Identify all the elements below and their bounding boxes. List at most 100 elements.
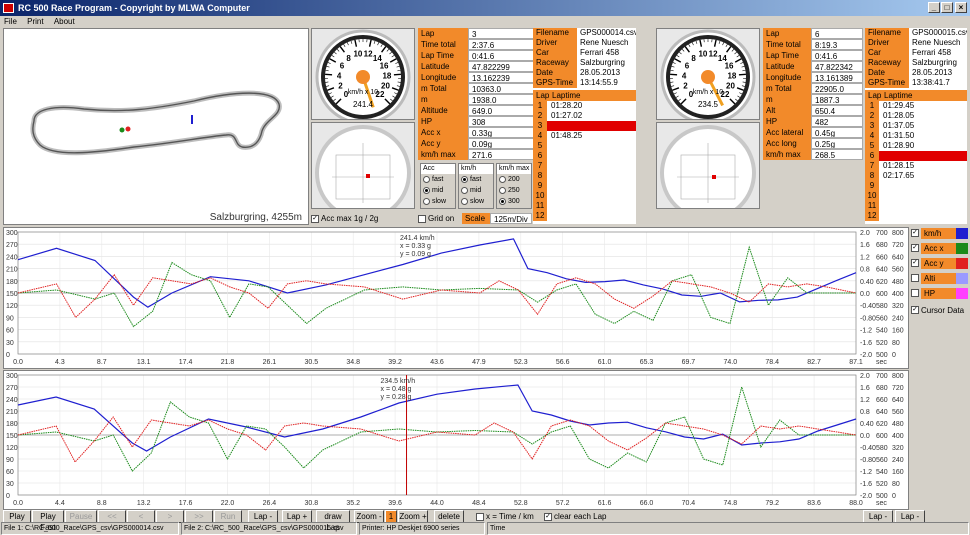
lap-time[interactable]: 01:31.50 (879, 131, 967, 141)
lap-time[interactable]: 01:37.05 (879, 121, 967, 131)
lap-time[interactable] (547, 201, 636, 211)
telemetry-chart-2[interactable]: 0.0 4.4 8.8 13.2 17.6 22.0 26.4 30.8 35.2 39.6 44.… (4, 371, 908, 509)
lap-row[interactable]: 1 01:28.20 (533, 101, 636, 111)
telemetry-chart-1[interactable]: 0.0 4.3 8.7 13.1 17.4 21.8 26.1 30.5 34.8 39.2 43.… (4, 228, 908, 368)
radio-button[interactable] (423, 186, 430, 194)
lap-time[interactable] (547, 151, 636, 161)
lap-time[interactable] (879, 191, 967, 201)
lap-time[interactable] (547, 141, 636, 151)
lap-time[interactable]: 01:29.45 (879, 101, 967, 111)
radio-option[interactable]: 250 (497, 185, 531, 196)
legend-item[interactable]: ✓ Acc x (911, 242, 968, 254)
lap-time[interactable]: 01:28.15 (879, 161, 967, 171)
lap-row[interactable]: 7 01:28.15 (865, 161, 967, 171)
lap-row[interactable]: 4 01:48.25 (533, 131, 636, 141)
lap-time[interactable] (547, 181, 636, 191)
lap-row[interactable]: 10 (533, 191, 636, 201)
lap-time[interactable] (547, 171, 636, 181)
lap-time[interactable]: 01:28.20 (547, 101, 636, 111)
x-axis-mode-option[interactable]: x = Time / km (476, 511, 534, 522)
close-button[interactable]: × (955, 2, 967, 13)
lap-row[interactable]: 3 01:37.05 (865, 121, 967, 131)
legend-item[interactable]: Alti (911, 272, 968, 284)
lap-row[interactable]: 6 (865, 151, 967, 161)
legend-checkbox[interactable]: ✓ (911, 229, 919, 237)
legend-checkbox[interactable]: ✓ (911, 259, 919, 267)
lap-time[interactable] (547, 121, 636, 131)
grid-on-checkbox[interactable] (418, 214, 426, 223)
x-tick-label: 87.1 (849, 359, 863, 366)
menu-file[interactable]: File (4, 17, 17, 26)
cursor-data-option[interactable]: ✓ Cursor Data (911, 304, 968, 316)
radio-option[interactable]: mid (459, 185, 493, 196)
minimize-button[interactable]: _ (928, 2, 940, 13)
y-tick-label: 60 (6, 469, 14, 476)
radio-option[interactable]: fast (421, 174, 455, 185)
lap-time[interactable] (879, 211, 967, 221)
menu-about[interactable]: About (54, 17, 75, 26)
radio-button[interactable] (461, 186, 468, 194)
lap-row[interactable]: 8 02:17.65 (865, 171, 967, 181)
lap-time[interactable] (547, 211, 636, 221)
cursor-data-checkbox[interactable]: ✓ (911, 306, 919, 314)
lap-row[interactable]: 6 (533, 151, 636, 161)
lap-row[interactable]: 1 01:29.45 (865, 101, 967, 111)
lap-time[interactable] (879, 181, 967, 191)
lap-row[interactable]: 5 01:28.90 (865, 141, 967, 151)
lap-row[interactable]: 2 01:27.02 (533, 111, 636, 121)
acc-max-checkbox[interactable]: ✓ (311, 214, 319, 223)
lap-row[interactable]: 12 (533, 211, 636, 221)
radio-option[interactable]: 300 (497, 196, 531, 207)
lap-time[interactable]: 01:28.90 (879, 141, 967, 151)
radio-button[interactable] (461, 175, 468, 183)
radio-button[interactable] (461, 197, 468, 205)
acc-max-option[interactable]: ✓ Acc max 1g / 2g (311, 213, 403, 224)
clear-each-lap-checkbox[interactable]: ✓ (544, 512, 552, 521)
lap-row[interactable]: 4 01:31.50 (865, 131, 967, 141)
radio-option[interactable]: fast (459, 174, 493, 185)
radio-button[interactable] (423, 175, 430, 183)
lap-time[interactable]: 01:27.02 (547, 111, 636, 121)
legend-checkbox[interactable]: ✓ (911, 244, 919, 252)
lap-time[interactable]: 02:17.65 (879, 171, 967, 181)
menu-bar: File Print About (0, 16, 970, 27)
radio-option[interactable]: mid (421, 185, 455, 196)
lap-row[interactable]: 12 (865, 211, 967, 221)
radio-option[interactable]: slow (459, 196, 493, 207)
radio-option[interactable]: 200 (497, 174, 531, 185)
menu-print[interactable]: Print (27, 17, 43, 26)
lap-row[interactable]: 5 (533, 141, 636, 151)
legend-checkbox[interactable] (911, 289, 919, 297)
lap-time[interactable] (879, 201, 967, 211)
scale-value[interactable]: 125m/Div (490, 213, 532, 224)
legend-item[interactable]: ✓ Acc y (911, 257, 968, 269)
lap-row[interactable]: 11 (533, 201, 636, 211)
lap-row[interactable]: 3 (533, 121, 636, 131)
lap-row[interactable]: 10 (865, 191, 967, 201)
x-tick-label: 79.2 (765, 500, 779, 507)
lap-row[interactable]: 9 (533, 181, 636, 191)
x-axis-mode-checkbox[interactable] (476, 512, 484, 521)
legend-checkbox[interactable] (911, 274, 919, 282)
lap-row[interactable]: 11 (865, 201, 967, 211)
lap-row[interactable]: 2 01:28.05 (865, 111, 967, 121)
legend-item[interactable]: ✓ km/h (911, 227, 968, 239)
lap-time[interactable] (879, 151, 967, 161)
lap-row[interactable]: 8 (533, 171, 636, 181)
lap-time[interactable] (547, 191, 636, 201)
radio-button[interactable] (499, 197, 506, 205)
grid-on-option[interactable]: Grid on (418, 213, 462, 224)
legend-item[interactable]: HP (911, 287, 968, 299)
right-axis-tick-label: 1.6 (860, 385, 870, 392)
lap-time[interactable]: 01:48.25 (547, 131, 636, 141)
radio-button[interactable] (499, 186, 506, 194)
maximize-button[interactable]: □ (941, 2, 953, 13)
lap-row[interactable]: 9 (865, 181, 967, 191)
lap-row[interactable]: 7 (533, 161, 636, 171)
lap-time[interactable]: 01:28.05 (879, 111, 967, 121)
radio-button[interactable] (499, 175, 506, 183)
clear-each-lap-option[interactable]: ✓ clear each Lap (544, 511, 606, 522)
lap-time[interactable] (547, 161, 636, 171)
radio-option[interactable]: slow (421, 196, 455, 207)
radio-button[interactable] (423, 197, 430, 205)
